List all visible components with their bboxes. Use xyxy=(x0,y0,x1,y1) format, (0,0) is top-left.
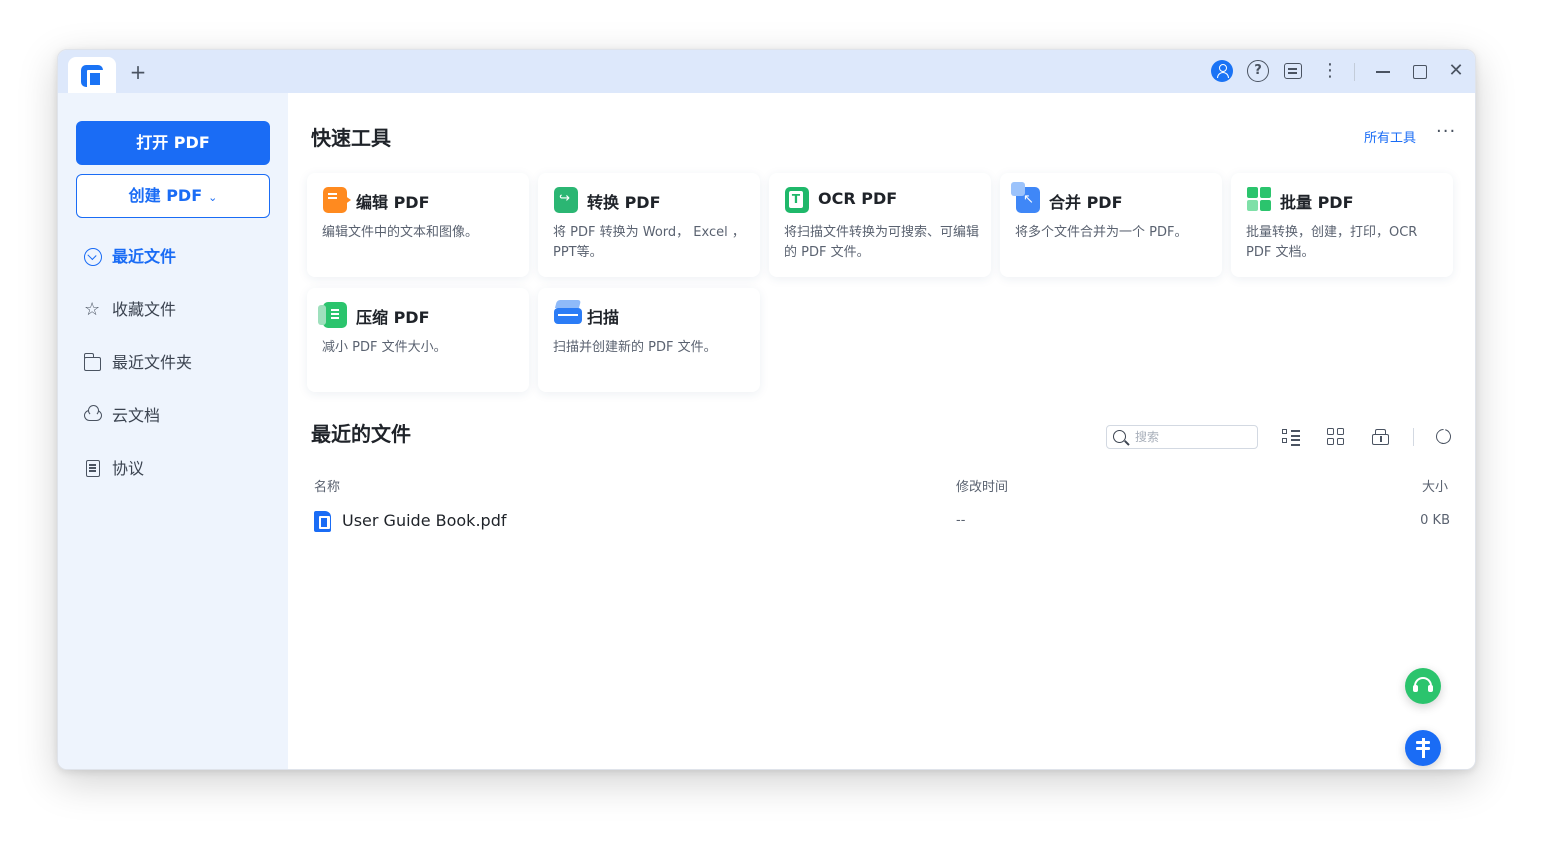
tool-card-title: 批量 PDF xyxy=(1280,193,1354,212)
grid-cell xyxy=(1327,438,1334,445)
new-tab-button[interactable]: + xyxy=(128,61,148,83)
sidebar-item-label: 最近文件夹 xyxy=(112,353,193,372)
tool-card-ocr-pdf[interactable]: OCR PDF 将扫描文件转换为可搜索、可编辑的 PDF 文件。 xyxy=(769,173,991,277)
star-icon: ☆ xyxy=(84,299,101,320)
column-header-size[interactable]: 大小 xyxy=(1422,476,1448,495)
home-tab[interactable] xyxy=(68,57,116,93)
tool-card-desc: 编辑文件中的文本和图像。 xyxy=(322,225,479,240)
tool-card-title: 转换 PDF xyxy=(587,193,661,212)
support-headset-button[interactable] xyxy=(1405,668,1441,704)
search-icon xyxy=(1113,430,1126,443)
tool-card-edit-pdf[interactable]: 编辑 PDF 编辑文件中的文本和图像。 xyxy=(307,173,529,277)
cloud-icon xyxy=(84,405,102,421)
minimize-button[interactable] xyxy=(1373,60,1395,82)
sidebar-item-cloud-documents[interactable]: 云文档 xyxy=(84,401,274,431)
tool-card-title: 编辑 PDF xyxy=(356,193,430,212)
merge-pdf-icon xyxy=(1011,182,1040,213)
tool-card-title: OCR PDF xyxy=(818,189,898,208)
convert-pdf-icon xyxy=(550,182,578,213)
folder-icon xyxy=(83,353,101,371)
help-icon[interactable]: ? xyxy=(1247,60,1269,82)
sidebar-item-label: 云文档 xyxy=(112,406,161,425)
list-view-square xyxy=(1282,438,1287,443)
icon-part xyxy=(1380,436,1382,442)
list-view-line xyxy=(1291,430,1300,432)
table-row[interactable]: User Guide Book.pdf -- 0 KB xyxy=(308,503,1458,541)
open-pdf-button[interactable]: 打开 PDF xyxy=(76,121,270,165)
tool-card-title: 合并 PDF xyxy=(1049,193,1123,212)
list-view-line xyxy=(1291,444,1300,446)
main-content: 快速工具 所有工具 ··· 编辑 PDF 编辑文件中的文本和图像。 转换 PDF… xyxy=(288,93,1475,769)
sidebar-item-recent-files[interactable]: 最近文件 xyxy=(84,242,274,272)
ocr-pdf-icon xyxy=(785,187,809,213)
user-icon[interactable] xyxy=(1211,60,1233,82)
tool-card-desc: 将 PDF 转换为 Word， Excel ，PPT等。 xyxy=(553,225,745,260)
toolbar-divider xyxy=(1413,428,1414,446)
document-icon xyxy=(86,460,100,477)
tool-card-desc: 将多个文件合并为一个 PDF。 xyxy=(1015,225,1188,240)
sidebar: 打开 PDF 创建 PDF ⌄ 最近文件 ☆ 收藏文件 最近文件夹 云文档 协议 xyxy=(58,93,288,769)
guide-button[interactable] xyxy=(1405,730,1441,766)
search-box[interactable] xyxy=(1106,425,1258,449)
search-input[interactable] xyxy=(1135,428,1253,446)
close-button[interactable]: ✕ xyxy=(1445,60,1467,82)
sidebar-item-label: 收藏文件 xyxy=(112,300,177,319)
refresh-icon[interactable] xyxy=(1434,427,1454,447)
tool-card-desc: 批量转换，创建，打印，OCR PDF 文档。 xyxy=(1246,225,1418,260)
tool-card-convert-pdf[interactable]: 转换 PDF 将 PDF 转换为 Word， Excel ，PPT等。 xyxy=(538,173,760,277)
list-view-icon[interactable] xyxy=(1281,427,1301,447)
tool-card-title: 压缩 PDF xyxy=(356,308,430,327)
maximize-button[interactable] xyxy=(1409,60,1431,82)
tool-card-batch-pdf[interactable]: 批量 PDF 批量转换，创建，打印，OCR PDF 文档。 xyxy=(1231,173,1453,277)
grid-cell xyxy=(1337,428,1344,435)
all-tools-link[interactable]: 所有工具 xyxy=(1364,127,1416,146)
list-view-square xyxy=(1282,429,1287,434)
tool-card-merge-pdf[interactable]: 合并 PDF 将多个文件合并为一个 PDF。 xyxy=(1000,173,1222,277)
compress-pdf-icon xyxy=(318,302,347,328)
tool-card-title: 扫描 xyxy=(587,308,620,327)
grid-cell xyxy=(1337,438,1344,445)
create-pdf-button[interactable]: 创建 PDF ⌄ xyxy=(76,174,270,218)
column-header-modified[interactable]: 修改时间 xyxy=(956,476,1008,495)
sidebar-item-label: 最近文件 xyxy=(112,247,177,266)
quick-tools-more-icon[interactable]: ··· xyxy=(1436,121,1456,142)
edit-pdf-icon xyxy=(323,187,351,213)
sidebar-item-recent-folders[interactable]: 最近文件夹 xyxy=(83,348,274,378)
grid-cell xyxy=(1327,428,1334,435)
sidebar-item-label: 协议 xyxy=(112,459,145,478)
tool-card-scan[interactable]: 扫描 扫描并创建新的 PDF 文件。 xyxy=(538,288,760,392)
app-logo xyxy=(81,65,104,88)
quick-tools-title: 快速工具 xyxy=(311,126,391,150)
tool-card-desc: 扫描并创建新的 PDF 文件。 xyxy=(553,340,717,355)
create-pdf-label: 创建 PDF xyxy=(128,186,203,205)
sidebar-item-favorites[interactable]: ☆ 收藏文件 xyxy=(84,295,274,325)
list-view-line xyxy=(1291,439,1300,441)
titlebar-divider xyxy=(1354,63,1355,81)
tool-card-desc: 将扫描文件转换为可搜索、可编辑的 PDF 文件。 xyxy=(784,225,980,260)
recent-files-title: 最近的文件 xyxy=(311,422,411,446)
tool-card-desc: 减小 PDF 文件大小。 xyxy=(322,340,447,355)
feedback-icon[interactable] xyxy=(1284,63,1302,79)
cloud-upload-icon[interactable] xyxy=(1371,427,1391,447)
app-window: + ? ⋮ ✕ 打开 PDF 创建 PDF ⌄ 最近文件 ☆ 收藏文件 最近文件夹… xyxy=(57,49,1476,770)
more-menu-icon[interactable]: ⋮ xyxy=(1321,60,1339,82)
chevron-down-icon: ⌄ xyxy=(208,191,218,204)
file-modified: -- xyxy=(956,513,966,528)
column-header-name[interactable]: 名称 xyxy=(314,476,340,495)
sidebar-item-agreement[interactable]: 协议 xyxy=(84,454,274,484)
tool-card-compress-pdf[interactable]: 压缩 PDF 减小 PDF 文件大小。 xyxy=(307,288,529,392)
title-bar: + ? ⋮ ✕ xyxy=(58,50,1475,93)
list-view-line xyxy=(1291,435,1300,437)
file-name: User Guide Book.pdf xyxy=(342,511,507,530)
file-size: 0 KB xyxy=(1420,513,1450,528)
clock-icon xyxy=(84,248,102,266)
pdf-file-icon xyxy=(314,511,331,532)
scan-icon xyxy=(554,308,582,324)
batch-pdf-icon xyxy=(1247,187,1271,213)
grid-view-icon[interactable] xyxy=(1326,427,1346,447)
